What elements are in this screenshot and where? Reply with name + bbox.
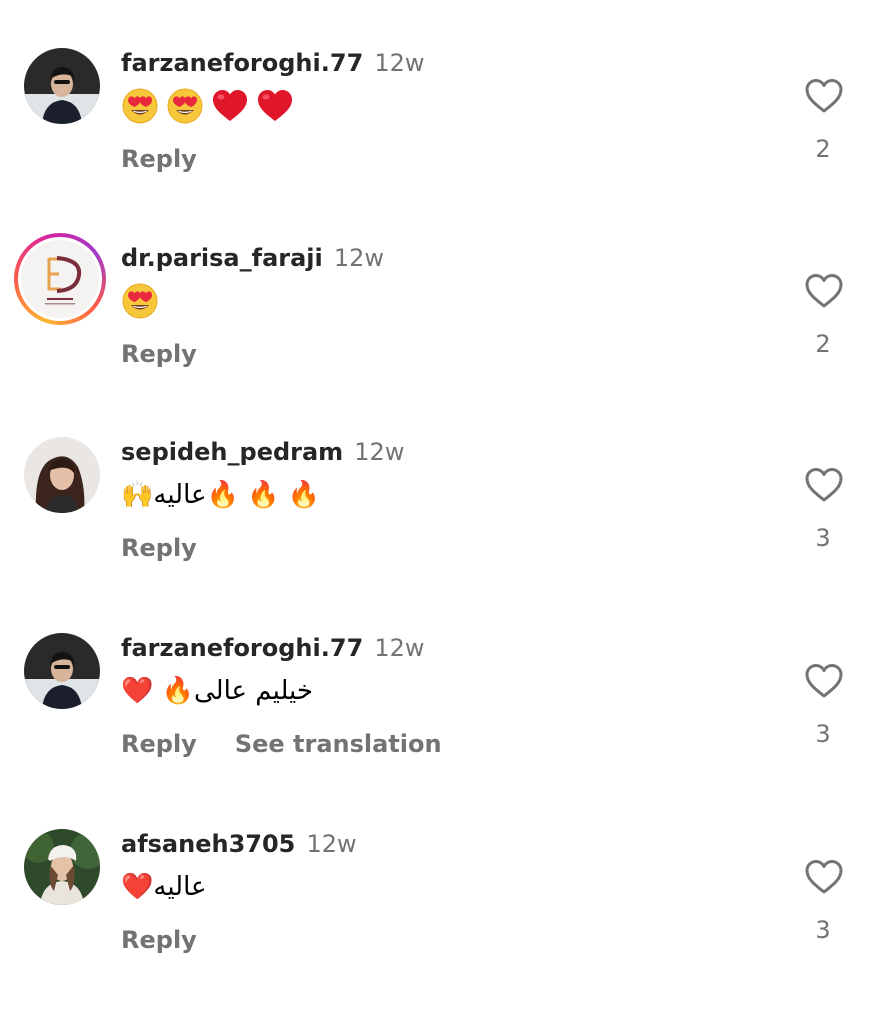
comment-text	[121, 86, 301, 126]
comment-text	[121, 281, 166, 321]
username[interactable]: sepideh_pedram	[121, 438, 343, 466]
reply-button[interactable]: Reply	[121, 145, 197, 173]
avatar	[21, 240, 99, 318]
comment-timestamp: 12w	[333, 244, 385, 272]
avatar[interactable]	[24, 437, 100, 513]
comment-text: عالیه❤️	[121, 872, 207, 902]
like-count: 2	[815, 330, 831, 358]
username[interactable]: afsaneh3705	[121, 830, 295, 858]
username[interactable]: dr.parisa_faraji	[121, 244, 323, 272]
like-heart-icon[interactable]	[804, 467, 844, 503]
avatar[interactable]	[24, 829, 100, 905]
comment: sepideh_pedram 12w 🔥 🔥 🔥عالیه🙌 Reply 3	[0, 437, 886, 633]
reply-button[interactable]: Reply	[121, 340, 197, 368]
username[interactable]: farzaneforoghi.77	[121, 49, 363, 77]
comment: afsaneh3705 12w عالیه❤️ Reply 3	[0, 829, 886, 1025]
username[interactable]: farzaneforoghi.77	[121, 634, 363, 662]
comment-timestamp: 12w	[354, 438, 405, 466]
comment-text: 🔥 🔥 🔥عالیه🙌	[121, 480, 321, 510]
like-count: 3	[815, 916, 831, 944]
avatar[interactable]	[24, 48, 100, 124]
comment-timestamp: 12w	[374, 49, 425, 77]
like-heart-icon[interactable]	[804, 663, 844, 699]
comment: dr.parisa_faraji 12w Reply 2	[0, 233, 886, 439]
reply-button[interactable]: Reply	[121, 534, 197, 562]
avatar-story-ring[interactable]	[14, 233, 106, 325]
like-heart-icon[interactable]	[804, 273, 844, 309]
like-count: 2	[815, 135, 831, 163]
comment: farzaneforoghi.77 12w خیلیم عالی🔥 ❤️ Rep…	[0, 633, 886, 829]
comment-timestamp: 12w	[306, 830, 357, 858]
heart-eyes-emoji-icon	[121, 282, 159, 320]
avatar[interactable]	[24, 633, 100, 709]
red-heart-emoji-icon	[256, 87, 294, 125]
like-heart-icon[interactable]	[804, 859, 844, 895]
comment-text: خیلیم عالی🔥 ❤️	[121, 676, 313, 706]
like-heart-icon[interactable]	[804, 78, 844, 114]
comment-timestamp: 12w	[374, 634, 425, 662]
red-heart-emoji-icon	[211, 87, 249, 125]
heart-eyes-emoji-icon	[121, 87, 159, 125]
see-translation-button[interactable]: See translation	[235, 730, 442, 758]
like-count: 3	[815, 720, 831, 748]
reply-button[interactable]: Reply	[121, 926, 197, 954]
reply-button[interactable]: Reply	[121, 730, 197, 758]
comment: farzaneforoghi.77 12w Reply 2	[0, 48, 886, 244]
like-count: 3	[815, 524, 831, 552]
heart-eyes-emoji-icon	[166, 87, 204, 125]
